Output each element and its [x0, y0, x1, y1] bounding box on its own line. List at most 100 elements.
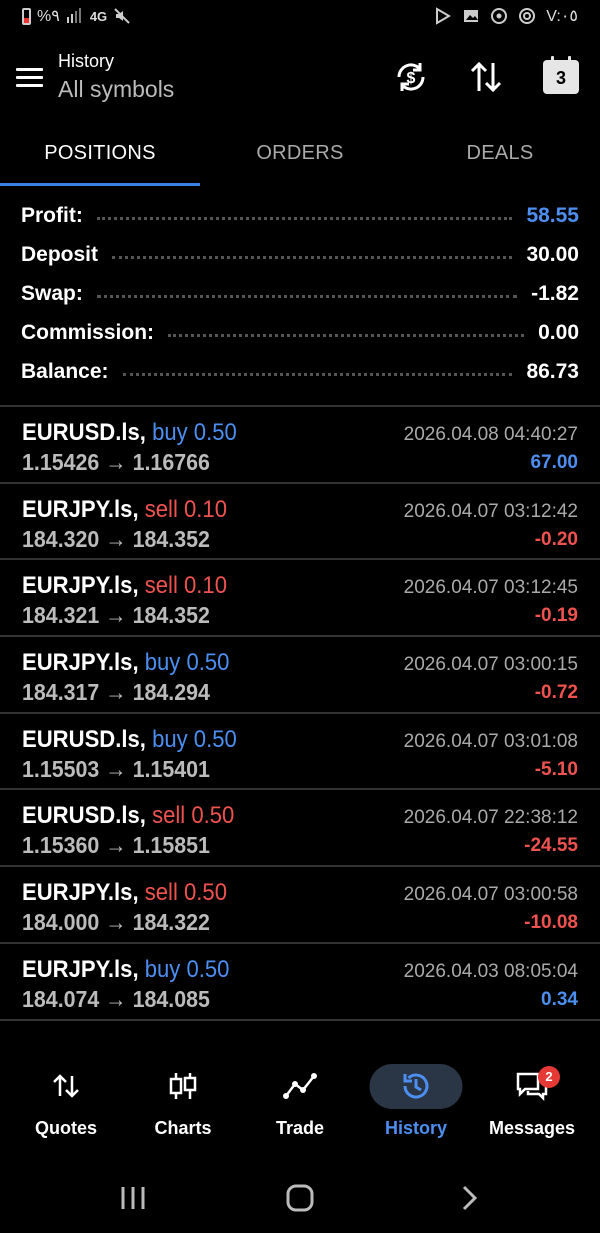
nav-quotes[interactable]: Quotes: [8, 1060, 124, 1160]
symbol-filter[interactable]: All symbols: [58, 76, 174, 103]
nav-charts[interactable]: Charts: [125, 1060, 241, 1160]
tab-positions[interactable]: POSITIONS: [0, 120, 200, 186]
price-range: 1.15426 → 1.16766: [22, 449, 210, 475]
positions-list: EURUSD.ls, buy 0.50 1.15426 → 1.16766 2026…: [0, 407, 600, 1021]
position-profit: -0.72: [534, 682, 578, 704]
dotted-leader: [122, 373, 513, 376]
position-date: 2026.04.07 03:00:58: [403, 884, 578, 906]
position-item[interactable]: EURJPY.ls, sell 0.10 184.321 → 184.352 202…: [0, 560, 600, 638]
svg-text:$: $: [407, 70, 416, 87]
position-symbol: EURUSD.ls, buy 0.50: [22, 726, 237, 754]
deposit-value: 30.00: [526, 242, 579, 266]
position-symbol: EURUSD.ls, buy 0.50: [22, 419, 237, 447]
price-range: 1.15360 → 1.15851: [22, 832, 210, 859]
position-item[interactable]: EURJPY.ls, buy 0.50 184.317 → 184.294 2026…: [0, 637, 600, 714]
symbol-name: EURJPY.ls,: [22, 649, 139, 677]
nav-label: Charts: [154, 1118, 212, 1138]
active-tab-indicator: [0, 183, 200, 186]
position-item[interactable]: EURJPY.ls, sell 0.10 184.320 → 184.352 202…: [0, 484, 600, 561]
commission-value: 0.00: [538, 320, 579, 344]
balance-value: 86.73: [526, 359, 579, 383]
menu-icon[interactable]: [16, 68, 43, 88]
trade-side: sell 0.50: [144, 879, 227, 907]
summary-panel: Profit: 58.55 Deposit 30.00 Swap: -1.82 …: [0, 196, 600, 391]
status-time: V:٠٥: [546, 8, 578, 25]
symbol-name: EURUSD.ls,: [22, 802, 146, 830]
currency-refresh-icon[interactable]: $: [391, 57, 431, 97]
calendar-day: 3: [555, 68, 566, 88]
symbol-name: EURUSD.ls,: [22, 419, 146, 446]
position-date: 2026.04.07 22:38:12: [403, 807, 578, 829]
mute-icon: [114, 8, 130, 24]
nav-messages[interactable]: 2 Messages: [474, 1060, 590, 1160]
nav-trade[interactable]: Trade: [242, 1060, 358, 1160]
deposit-label: Deposit: [21, 242, 99, 266]
dotted-leader: [112, 256, 513, 259]
tab-bar: POSITIONS ORDERS DEALS: [0, 120, 600, 186]
trade-side: sell 0.50: [152, 802, 235, 830]
position-date: 2026.04.08 04:40:27: [403, 424, 578, 445]
home-icon[interactable]: [285, 1183, 315, 1213]
trend-line-icon: [283, 1073, 317, 1099]
position-item[interactable]: EURUSD.ls, buy 0.50 1.15426 → 1.16766 2026…: [0, 407, 600, 484]
gallery-icon: [464, 10, 479, 22]
position-symbol: EURJPY.ls, sell 0.10: [22, 572, 227, 600]
trade-side: buy 0.50: [152, 419, 237, 446]
back-chevron-icon[interactable]: [455, 1183, 485, 1213]
app-header: History All symbols $ 3: [0, 40, 600, 120]
recent-apps-icon[interactable]: [118, 1183, 148, 1213]
system-navigation-bar: [0, 1163, 600, 1233]
sort-icon[interactable]: [466, 57, 506, 97]
summary-commission-row: Commission: 0.00: [0, 313, 600, 352]
position-date: 2026.04.07 03:12:45: [403, 577, 578, 599]
trade-side: buy 0.50: [152, 725, 237, 753]
symbol-name: EURJPY.ls,: [22, 495, 139, 523]
position-profit: -0.19: [534, 605, 578, 627]
position-date: 2026.04.07 03:00:15: [403, 654, 578, 676]
position-symbol: EURJPY.ls, sell 0.50: [22, 879, 227, 907]
position-profit: -5.10: [534, 758, 578, 780]
quotes-arrows-icon: [53, 1074, 79, 1098]
symbol-name: EURJPY.ls,: [22, 879, 139, 907]
position-symbol: EURJPY.ls, sell 0.10: [22, 496, 227, 524]
network-type: 4G: [89, 8, 108, 24]
swap-label: Swap:: [21, 281, 83, 305]
position-symbol: EURJPY.ls, buy 0.50: [22, 649, 229, 677]
trade-side: sell 0.10: [144, 572, 227, 600]
price-range: 184.317 → 184.294: [22, 679, 210, 706]
position-date: 2026.04.03 08:05:04: [403, 960, 578, 982]
price-range: 184.320 → 184.352: [22, 525, 210, 552]
summary-profit-row: Profit: 58.55: [0, 196, 600, 235]
summary-swap-row: Swap: -1.82: [0, 274, 600, 313]
position-date: 2026.04.07 03:12:42: [403, 500, 578, 522]
position-profit: -0.20: [534, 528, 578, 550]
calendar-icon[interactable]: 3: [543, 56, 579, 94]
price-range: 184.321 → 184.352: [22, 602, 210, 629]
profit-value: 58.55: [526, 203, 579, 227]
dotted-leader: [96, 295, 518, 298]
nav-label: Messages: [488, 1118, 576, 1138]
status-right: V:٠٥: [434, 6, 578, 26]
sync-app-icon: [519, 8, 536, 24]
position-profit: -10.08: [524, 912, 578, 934]
position-symbol: EURJPY.ls, buy 0.50: [22, 956, 229, 984]
status-bar: %٩ 4G V:٠٥: [0, 0, 600, 36]
tab-deals[interactable]: DEALS: [400, 120, 600, 186]
history-clock-icon: [403, 1073, 429, 1099]
position-item[interactable]: EURJPY.ls, sell 0.50 184.000 → 184.322 202…: [0, 867, 600, 944]
position-item[interactable]: EURUSD.ls, buy 0.50 1.15503 → 1.15401 2026…: [0, 714, 600, 791]
symbol-name: EURJPY.ls,: [22, 572, 139, 600]
trade-side: buy 0.50: [144, 649, 230, 677]
symbol-name: EURUSD.ls,: [22, 725, 146, 753]
nav-label: Trade: [275, 1118, 325, 1138]
position-item[interactable]: EURJPY.ls, buy 0.50 184.074 → 184.085 2026…: [0, 944, 600, 1021]
price-range: 1.15503 → 1.15401: [22, 755, 210, 782]
signal-icon: [66, 8, 81, 23]
tab-orders[interactable]: ORDERS: [200, 120, 400, 186]
nav-history[interactable]: History: [358, 1060, 474, 1160]
trade-side: buy 0.50: [144, 955, 230, 983]
dotted-leader: [96, 217, 513, 220]
summary-deposit-row: Deposit 30.00: [0, 235, 600, 274]
position-item[interactable]: EURUSD.ls, sell 0.50 1.15360 → 1.15851 202…: [0, 790, 600, 868]
whatsapp-icon: [491, 8, 508, 24]
